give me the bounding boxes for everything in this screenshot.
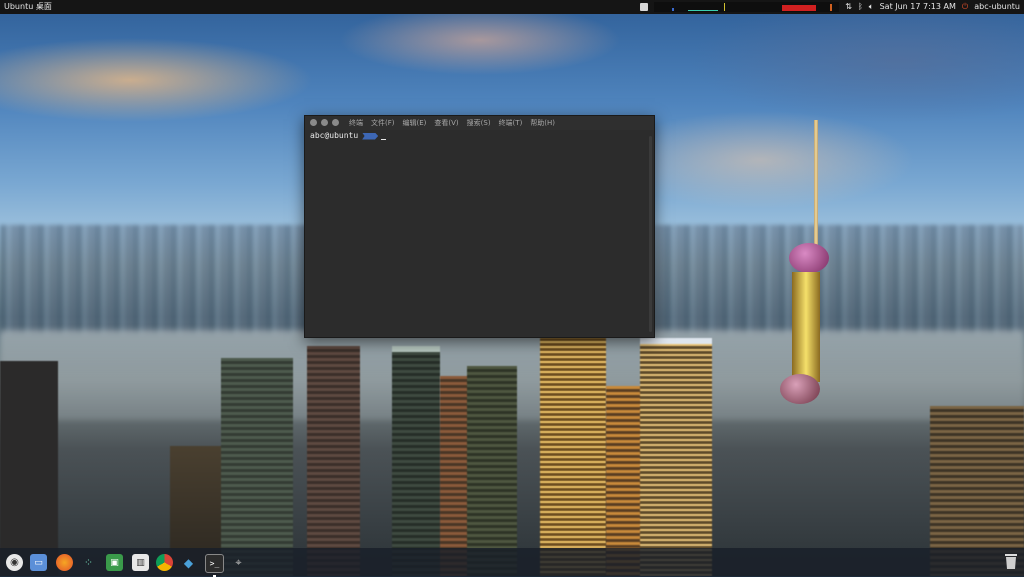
mysql-workbench-icon[interactable]: ◆ bbox=[180, 554, 197, 571]
dash-home-icon[interactable]: ◉ bbox=[6, 554, 23, 571]
text-cursor bbox=[381, 139, 387, 140]
menu-terminal[interactable]: 终端(T) bbox=[499, 116, 523, 130]
settings-icon[interactable]: ⌖ bbox=[230, 554, 247, 571]
indicator-icon[interactable] bbox=[640, 3, 649, 11]
network-updown-icon[interactable]: ⇅ bbox=[845, 0, 852, 14]
wallpaper-building bbox=[440, 376, 470, 576]
wallpaper-building bbox=[307, 346, 360, 576]
wallpaper-building bbox=[392, 346, 440, 576]
menu-view[interactable]: 查看(V) bbox=[434, 116, 458, 130]
terminal-titlebar[interactable]: 终端 文件(F) 编辑(E) 查看(V) 搜索(S) 终端(T) 帮助(H) bbox=[305, 116, 654, 130]
terminal-menubar: 终端 文件(F) 编辑(E) 查看(V) 搜索(S) 终端(T) 帮助(H) bbox=[349, 116, 555, 130]
top-panel: Ubuntu 桌面 ⇅ ᛒ 🔈︎ Sat Jun 17 7:13 AM ⏻ ab… bbox=[0, 0, 1024, 14]
active-window-title: Ubuntu 桌面 bbox=[4, 2, 52, 11]
menu-file[interactable]: 文件(F) bbox=[371, 116, 395, 130]
menu-help[interactable]: 帮助(H) bbox=[530, 116, 555, 130]
wallpaper-building bbox=[221, 358, 293, 576]
close-button[interactable] bbox=[310, 119, 317, 126]
wallpaper-tower bbox=[792, 272, 820, 382]
trash-icon[interactable] bbox=[1004, 552, 1018, 570]
prompt-arrow-icon bbox=[362, 132, 379, 140]
maximize-button[interactable] bbox=[332, 119, 339, 126]
bluetooth-icon[interactable]: ᛒ bbox=[858, 0, 863, 14]
system-monitor-icon[interactable]: ▥ bbox=[132, 554, 149, 571]
wallpaper-building bbox=[467, 366, 517, 576]
menu-terminal-app[interactable]: 终端 bbox=[349, 116, 363, 130]
wallpaper-tower-sphere bbox=[780, 374, 820, 404]
user-name[interactable]: abc-ubuntu bbox=[974, 0, 1020, 14]
minimize-button[interactable] bbox=[321, 119, 328, 126]
wallpaper-tower bbox=[814, 120, 818, 250]
terminal-window[interactable]: 终端 文件(F) 编辑(E) 查看(V) 搜索(S) 终端(T) 帮助(H) a… bbox=[304, 115, 655, 338]
chrome-icon[interactable] bbox=[156, 554, 173, 571]
menu-search[interactable]: 搜索(S) bbox=[467, 116, 491, 130]
terminal-icon[interactable]: >_ bbox=[205, 554, 224, 577]
wallpaper-tower-sphere bbox=[789, 243, 829, 273]
wallpaper-building bbox=[540, 336, 606, 576]
window-controls bbox=[310, 119, 339, 126]
network-tool-icon[interactable]: ⁘ bbox=[80, 554, 97, 571]
firefox-icon[interactable] bbox=[56, 554, 73, 571]
shell-prompt: abc@ubuntu bbox=[310, 131, 359, 140]
power-icon[interactable]: ⏻ bbox=[962, 0, 968, 14]
volume-icon[interactable]: 🔈︎ bbox=[869, 0, 874, 14]
bottom-dock: ◉ ▭ ⁘ ▣ ▥ ◆ >_ ⌖ bbox=[0, 548, 1024, 577]
wallpaper-building bbox=[0, 361, 58, 576]
terminal-scrollbar[interactable] bbox=[649, 136, 652, 332]
system-load-graph[interactable] bbox=[654, 2, 840, 12]
app-icon[interactable]: ▣ bbox=[106, 554, 123, 571]
menu-edit[interactable]: 编辑(E) bbox=[403, 116, 427, 130]
wallpaper-building bbox=[640, 338, 712, 576]
datetime-indicator[interactable]: Sat Jun 17 7:13 AM bbox=[880, 0, 956, 14]
terminal-content[interactable]: abc@ubuntu bbox=[305, 130, 654, 142]
system-tray: ⇅ ᛒ 🔈︎ Sat Jun 17 7:13 AM ⏻ abc-ubuntu bbox=[640, 0, 1020, 14]
files-icon[interactable]: ▭ bbox=[30, 554, 47, 571]
